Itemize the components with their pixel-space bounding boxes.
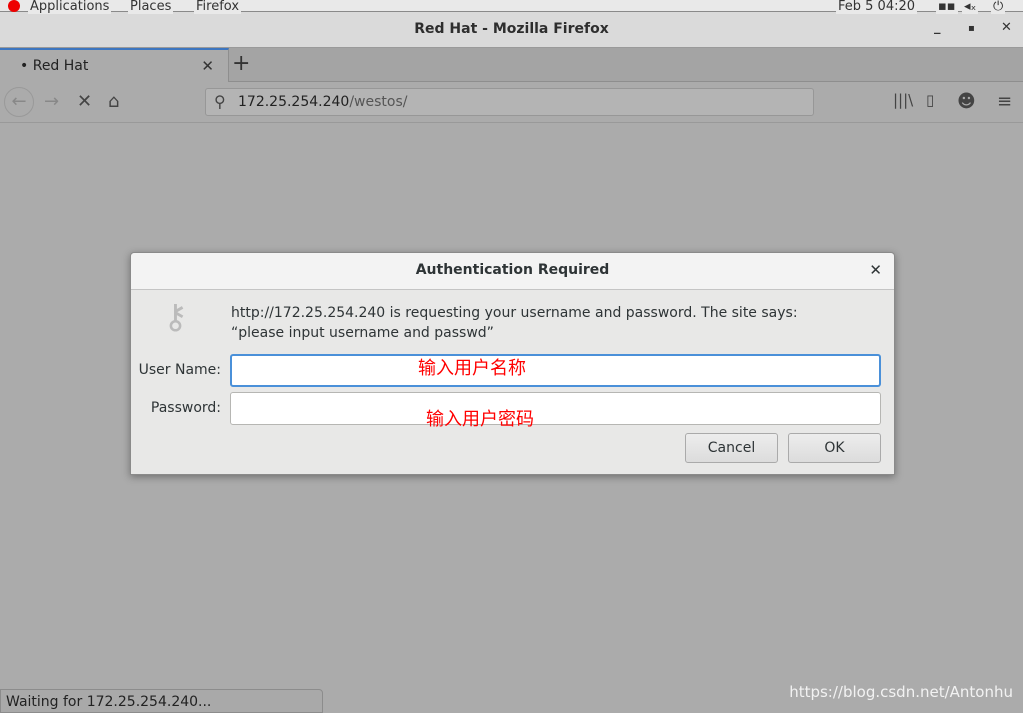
- redhat-logo-icon: [8, 0, 20, 12]
- username-annotation: 输入用户名称: [418, 358, 526, 379]
- search-icon: ⚲: [214, 92, 226, 111]
- tab-red-hat[interactable]: • Red Hat ✕: [0, 48, 229, 83]
- power-icon[interactable]: ⏻: [991, 0, 1006, 14]
- tab-bar: • Red Hat ✕ +: [0, 48, 1023, 83]
- places-menu[interactable]: Places: [128, 0, 174, 14]
- system-top-bar: Applications Places Firefox Feb 5 04:20 …: [0, 0, 1023, 14]
- forward-button[interactable]: →: [44, 91, 59, 112]
- dialog-message: http://172.25.254.240 is requesting your…: [231, 305, 798, 341]
- library-icon[interactable]: |||\: [893, 91, 913, 109]
- dialog-close-icon[interactable]: ✕: [869, 261, 882, 279]
- dialog-title: Authentication Required: [415, 262, 610, 278]
- navigation-toolbar: ← → ✕ ⌂ ⚲ 172.25.254.240/westos/ |||\ ▯ …: [0, 82, 1023, 123]
- username-input[interactable]: [230, 354, 881, 387]
- auth-dialog: Authentication Required ✕ ⚷ http://172.2…: [130, 252, 895, 475]
- username-label: User Name:: [138, 362, 221, 378]
- tab-label: • Red Hat: [20, 58, 89, 74]
- new-tab-button[interactable]: +: [232, 51, 250, 76]
- cancel-button[interactable]: Cancel: [685, 433, 778, 463]
- account-icon[interactable]: ☻: [957, 91, 976, 112]
- clock[interactable]: Feb 5 04:20: [836, 0, 918, 14]
- window-titlebar: Red Hat - Mozilla Firefox _ ▪ ✕: [0, 11, 1023, 48]
- password-input[interactable]: [230, 392, 881, 425]
- close-window-button[interactable]: ✕: [1001, 20, 1012, 35]
- password-annotation: 输入用户密码: [426, 409, 534, 430]
- url-bar[interactable]: ⚲ 172.25.254.240/westos/: [205, 88, 814, 116]
- stop-button[interactable]: ✕: [77, 91, 92, 112]
- key-icon: ⚷: [163, 297, 188, 337]
- home-button[interactable]: ⌂: [108, 91, 119, 112]
- maximize-button[interactable]: ▪: [968, 23, 975, 34]
- sidebar-icon[interactable]: ▯: [926, 91, 934, 109]
- minimize-button[interactable]: _: [934, 20, 941, 35]
- close-tab-icon[interactable]: ✕: [201, 57, 214, 75]
- dialog-header: Authentication Required ✕: [131, 253, 894, 290]
- firefox-menu[interactable]: Firefox: [194, 0, 242, 14]
- password-label: Password:: [150, 400, 221, 416]
- applications-menu[interactable]: Applications: [28, 0, 112, 14]
- url-text: 172.25.254.240/westos/: [238, 94, 408, 110]
- menu-icon[interactable]: ≡: [997, 91, 1012, 112]
- window-title: Red Hat - Mozilla Firefox: [414, 21, 609, 37]
- status-bar: Waiting for 172.25.254.240...: [0, 689, 323, 713]
- back-button[interactable]: ←: [4, 87, 34, 117]
- network-icon[interactable]: ▪▪: [936, 0, 958, 14]
- volume-muted-icon[interactable]: ◂ₓ: [962, 0, 979, 14]
- ok-button[interactable]: OK: [788, 433, 881, 463]
- watermark: https://blog.csdn.net/Antonhu: [789, 683, 1013, 701]
